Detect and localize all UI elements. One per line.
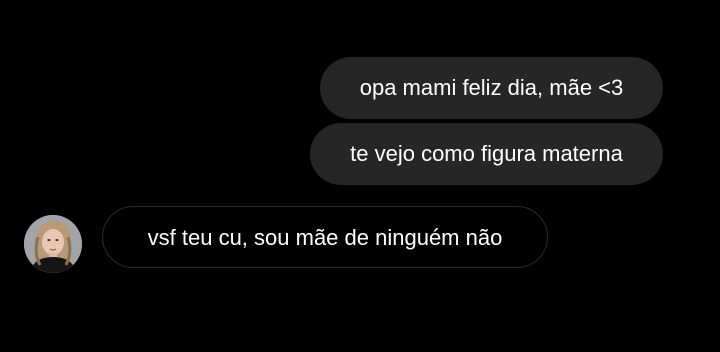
sent-message-bubble[interactable]: te vejo como figura materna xyxy=(310,123,663,185)
chat-thread: opa mami feliz dia, mãe <3 te vejo como … xyxy=(0,0,720,352)
received-message-bubble[interactable]: vsf teu cu, sou mãe de ninguém não xyxy=(102,206,548,268)
message-text: te vejo como figura materna xyxy=(350,141,623,166)
message-text: vsf teu cu, sou mãe de ninguém não xyxy=(147,225,503,250)
contact-avatar[interactable] xyxy=(24,215,82,273)
avatar-photo-icon xyxy=(24,215,82,273)
message-text: opa mami feliz dia, mãe <3 xyxy=(359,75,624,100)
sent-message-bubble[interactable]: opa mami feliz dia, mãe <3 xyxy=(320,57,663,119)
